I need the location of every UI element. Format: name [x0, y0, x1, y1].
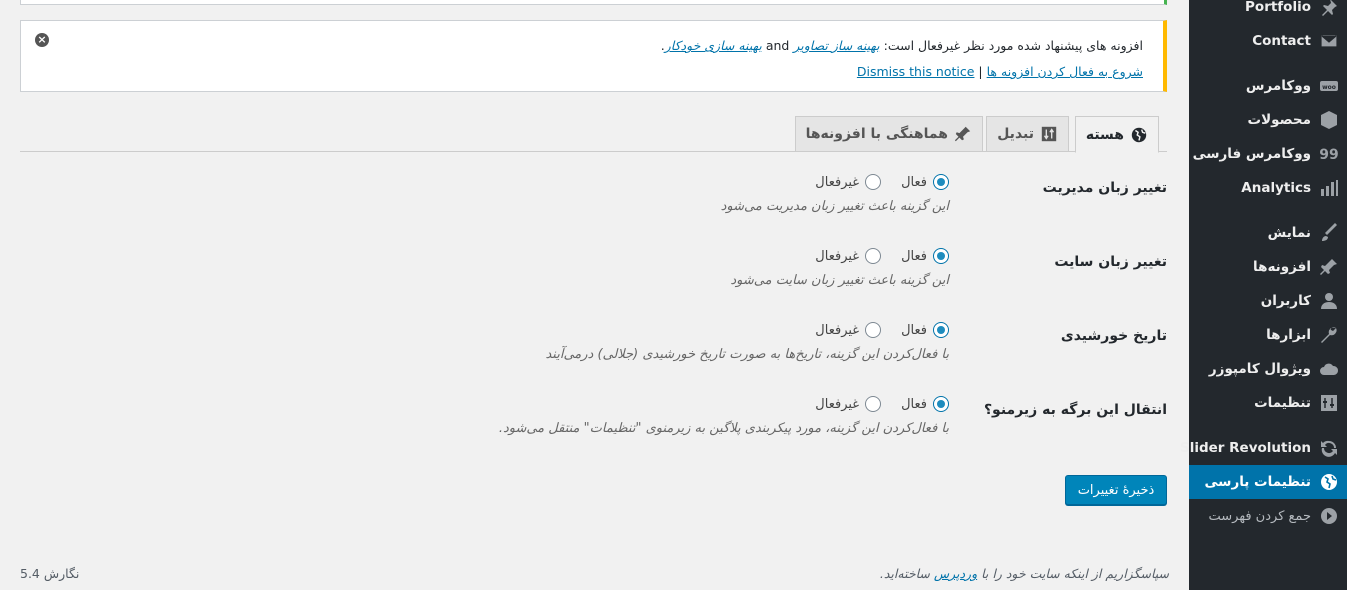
footer-thanks: سپاسگزاریم از اینکه سایت خود را با وردپر…: [879, 566, 1169, 581]
brush-icon: [1311, 223, 1347, 243]
radio-group: فعال غیرفعال: [815, 322, 949, 338]
save-button[interactable]: ذخیرهٔ تغییرات: [1065, 475, 1167, 505]
bar-chart-icon: [1311, 178, 1347, 198]
tab-plugin-compat[interactable]: هماهنگی با افزونه‌ها: [794, 116, 983, 152]
radio-enabled[interactable]: [933, 248, 949, 264]
sidebar-item-woocommerce[interactable]: woo ووکامرس: [1189, 69, 1347, 103]
wrench-icon: [1311, 325, 1347, 345]
previous-notice-edge: [20, 0, 1167, 5]
sidebar-item-woocommerce-persian[interactable]: 99 ووکامرس فارسی: [1189, 137, 1347, 171]
radio-enabled[interactable]: [933, 322, 949, 338]
plugin-notice: افزونه های پیشنهاد شده مورد نظر غیرفعال …: [20, 20, 1167, 92]
sidebar-item-users[interactable]: کاربران: [1189, 284, 1347, 318]
box-icon: [1311, 110, 1347, 130]
radio-enabled[interactable]: [933, 174, 949, 190]
mail-icon: [1311, 31, 1347, 51]
sidebar-item-contact[interactable]: Contact: [1189, 24, 1347, 58]
sidebar-item-parsi-settings[interactable]: تنظیمات پارسی: [1181, 465, 1347, 499]
globe-icon: [1131, 127, 1147, 142]
activate-plugins-link[interactable]: شروع به فعال کردن افزونه ها: [987, 64, 1143, 79]
notice-link-auto-optimize[interactable]: بهینه سازی خودکار: [665, 38, 762, 53]
notice-actions: شروع به فعال کردن افزونه ها | Dismiss th…: [856, 64, 1143, 79]
sidebar-item-slider-revolution[interactable]: Slider Revolution: [1180, 431, 1347, 465]
refresh-icon: [1311, 438, 1347, 458]
plug-icon: [954, 126, 971, 142]
woo-icon: woo: [1311, 76, 1347, 96]
sidebar-item-visual-composer[interactable]: ویژوال کامپوزر: [1189, 352, 1347, 386]
pin-icon: [1311, 0, 1347, 17]
svg-text:99: 99: [1319, 147, 1338, 163]
radio-disabled[interactable]: [865, 174, 882, 190]
tab-convert[interactable]: تبدیل: [986, 116, 1069, 152]
sidebar-item-analytics[interactable]: Analytics: [1189, 171, 1347, 205]
close-icon[interactable]: ×: [35, 33, 49, 47]
radio-group: فعال غیرفعال: [815, 248, 949, 264]
sidebar-item-settings[interactable]: تنظیمات: [1189, 386, 1347, 420]
svg-text:woo: woo: [1322, 84, 1336, 91]
radio-group: فعال غیرفعال: [815, 396, 949, 412]
sidebar-item-tools[interactable]: ابزارها: [1189, 318, 1347, 352]
cloud-icon: [1311, 359, 1347, 379]
footer-version: نگارش 5.4: [20, 566, 80, 581]
sliders-icon: [1311, 393, 1347, 413]
sidebar-collapse-menu[interactable]: جمع کردن فهرست: [1189, 499, 1347, 533]
notice-link-image-optimizer[interactable]: بهینه ساز تصاویر: [793, 38, 879, 53]
dismiss-notice-link[interactable]: Dismiss this notice: [857, 64, 975, 79]
sidebar-item-products[interactable]: محصولات: [1189, 103, 1347, 137]
radio-disabled[interactable]: [865, 322, 882, 338]
radio-group: فعال غیرفعال: [815, 174, 949, 190]
setting-site-language: تغییر زبان سایت فعال غیرفعال این گزینه ب…: [730, 248, 1167, 288]
wordpress-link[interactable]: وردپرس: [934, 566, 977, 581]
collapse-icon: [1311, 506, 1347, 526]
user-icon: [1311, 291, 1347, 311]
sidebar-item-portfolio[interactable]: Portfolio: [1189, 0, 1347, 24]
sidebar-item-plugins[interactable]: افزونه‌ها: [1189, 250, 1347, 284]
setting-jalali-date: تاریخ خورشیدی فعال غیرفعال با فعال‌کردن …: [545, 322, 1167, 362]
sort-icon: [1041, 126, 1057, 142]
plug-icon: [1311, 257, 1347, 277]
notice-text: افزونه های پیشنهاد شده مورد نظر غیرفعال …: [660, 38, 1143, 53]
tab-core[interactable]: هسته: [1074, 116, 1159, 153]
radio-enabled[interactable]: [933, 396, 949, 412]
admin-sidebar: Portfolio Contact woo ووکامرس محصولات 99…: [1180, 0, 1347, 590]
settings-tabs: هسته تبدیل هماهنگی با افزونه‌ها: [20, 116, 1167, 153]
quote-icon: 99: [1311, 144, 1347, 164]
radio-disabled[interactable]: [865, 248, 882, 264]
sidebar-item-appearance[interactable]: نمایش: [1189, 216, 1347, 250]
setting-move-to-submenu: انتقال این برگه به زیرمنو؟ فعال غیرفعال …: [498, 396, 1167, 436]
setting-admin-language: تغییر زبان مدیریت فعال غیرفعال این گزینه…: [720, 174, 1167, 214]
radio-disabled[interactable]: [865, 396, 882, 412]
globe-icon: [1311, 472, 1347, 492]
